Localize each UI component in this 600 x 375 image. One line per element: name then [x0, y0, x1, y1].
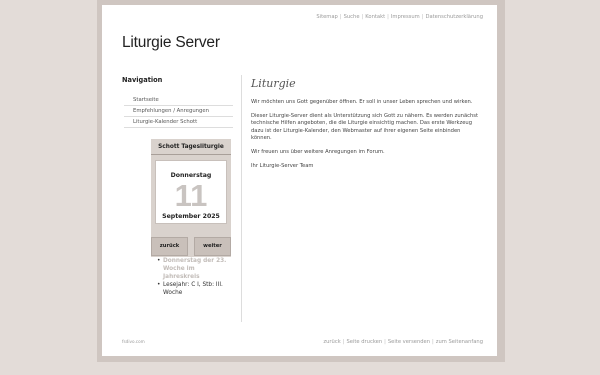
navigation-list: Startseite Empfehlungen / Anregungen Lit…: [124, 95, 233, 128]
content-paragraph: Wir freuen uns über weitere Anregungen i…: [251, 149, 385, 156]
nav-item-home[interactable]: Startseite: [124, 95, 233, 106]
topnav-imprint-link[interactable]: Impressum: [391, 14, 420, 20]
topnav-contact-link[interactable]: Kontakt: [365, 14, 385, 20]
separator: |: [361, 14, 364, 20]
footer-navigation: zurück | Seite drucken | Seite versenden | zum…: [323, 339, 483, 345]
separator: |: [432, 339, 434, 345]
next-day-button[interactable]: weiter: [194, 237, 231, 256]
footer-back-link[interactable]: zurück: [323, 339, 340, 345]
topnav-search-link[interactable]: Suche: [344, 14, 360, 20]
footer-credit: fsdivo.com: [122, 339, 145, 344]
top-navigation: Sitemap | Suche | Kontakt | Impressum | Datensch…: [316, 14, 483, 20]
separator: |: [339, 14, 342, 20]
topnav-privacy-link[interactable]: Datenschutzerklärung: [425, 14, 483, 20]
list-item: Donnerstag der 23. Woche im Jahreskreis: [157, 257, 231, 281]
liturgy-day-link[interactable]: Donnerstag der 23. Woche im Jahreskreis: [163, 258, 226, 280]
previous-day-button[interactable]: zurück: [151, 237, 188, 256]
separator: |: [342, 339, 345, 345]
reading-year-text: Lesejahr: C I, Stb: III. Woche: [163, 282, 223, 296]
calendar-month-year: September 2025: [162, 213, 220, 220]
topnav-sitemap-link[interactable]: Sitemap: [316, 14, 338, 20]
footer-top-link[interactable]: zum Seitenanfang: [436, 339, 483, 345]
main-content: Liturgie Wir möchten uns Gott gegenüber …: [251, 78, 479, 177]
nav-item-recommendations[interactable]: Empfehlungen / Anregungen: [124, 106, 233, 117]
content-paragraph: Wir möchten uns Gott gegenüber öffnen. E…: [251, 99, 473, 105]
navigation-heading: Navigation: [122, 76, 163, 84]
separator: |: [421, 14, 424, 20]
separator: |: [384, 339, 386, 345]
page-container: Sitemap | Suche | Kontakt | Impressum | Datensch…: [102, 5, 497, 356]
calendar-day: 11: [174, 178, 208, 213]
footer-print-link[interactable]: Seite drucken: [346, 339, 382, 345]
list-item: Lesejahr: C I, Stb: III. Woche: [157, 281, 231, 297]
widget-title: Schott Tagesliturgie: [151, 139, 231, 155]
nav-item-liturgy-calendar[interactable]: Liturgie-Kalender Schott: [124, 117, 233, 128]
column-divider: [241, 75, 242, 322]
footer-send-link[interactable]: Seite versenden: [388, 339, 430, 345]
separator: |: [387, 14, 389, 20]
liturgy-info: Donnerstag der 23. Woche im Jahreskreis …: [151, 257, 231, 312]
content-title: Liturgie: [251, 77, 296, 90]
content-paragraph: Dieser Liturgie-Server dient als Unterst…: [251, 113, 479, 141]
content-paragraph: Ihr Liturgie-Server Team: [251, 163, 314, 170]
calendar-sheet: Donnerstag 11 September 2025: [155, 160, 227, 224]
site-title: Liturgie Server: [122, 34, 220, 51]
